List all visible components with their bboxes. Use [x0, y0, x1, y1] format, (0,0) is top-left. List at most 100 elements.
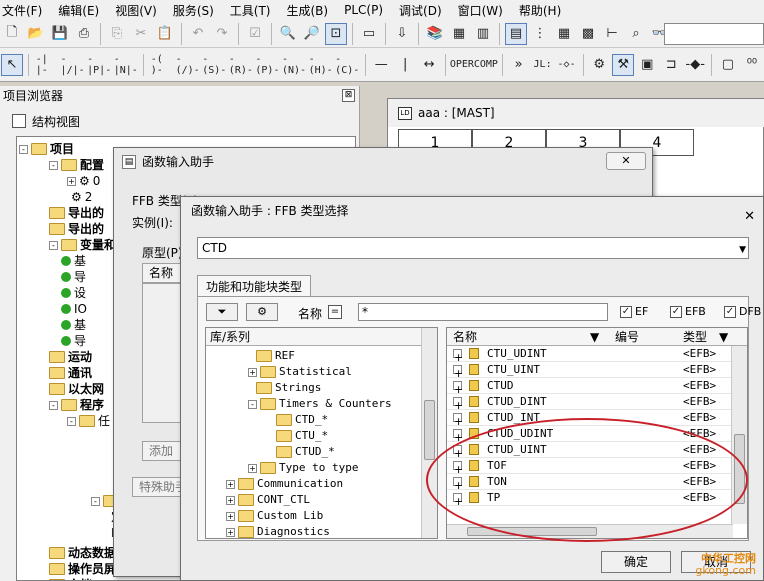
coil-n-icon[interactable]: -(N)-: [282, 54, 307, 76]
library-item[interactable]: + Statistical: [248, 364, 352, 380]
comment-icon[interactable]: ▢: [717, 54, 739, 76]
tree-item[interactable]: 文档: [49, 577, 92, 580]
vline-icon[interactable]: |: [394, 54, 416, 76]
filter-equals-toggle[interactable]: =: [328, 305, 342, 319]
checkbox-box[interactable]: ✓: [724, 305, 736, 318]
menu-item-5[interactable]: 生成(B): [279, 2, 337, 19]
connect-icon[interactable]: -◆-: [684, 54, 706, 76]
undo-icon[interactable]: ↶: [187, 23, 209, 45]
tree-item[interactable]: 导: [61, 333, 86, 349]
tree-item[interactable]: 通讯: [49, 365, 92, 381]
tree-item[interactable]: - 变量和: [49, 237, 116, 253]
contact-nc-icon[interactable]: -|/|-: [60, 54, 85, 76]
library-item[interactable]: CTUD_*: [276, 444, 335, 460]
menu-item-8[interactable]: 窗口(W): [450, 2, 511, 19]
rack-icon[interactable]: ▥: [472, 23, 494, 45]
find-icon[interactable]: ⌕: [625, 23, 647, 45]
filter-name-input[interactable]: *: [358, 303, 608, 321]
grid-icon[interactable]: ▩: [577, 23, 599, 45]
data-selection-icon[interactable]: ▣: [636, 54, 658, 76]
ffb-row[interactable]: + CTU_UDINT <EFB>: [447, 346, 732, 364]
col-number-header[interactable]: 编号: [615, 328, 639, 346]
browser-close-button[interactable]: ⊠: [342, 89, 355, 102]
build-icon[interactable]: ⇩: [391, 23, 413, 45]
expand-icon[interactable]: +: [453, 349, 463, 364]
ffb-row[interactable]: + CTUD_DINT <EFB>: [447, 394, 732, 412]
ffb-row[interactable]: + CTUD <EFB>: [447, 378, 732, 396]
tree-item[interactable]: 导出的: [49, 205, 104, 221]
menu-item-0[interactable]: 文件(F): [0, 2, 50, 19]
save-icon[interactable]: 💾: [49, 23, 71, 45]
paste-icon[interactable]: 📋: [154, 23, 176, 45]
expand-icon[interactable]: +: [67, 176, 76, 186]
expand-icon[interactable]: +: [226, 479, 235, 489]
link-icon[interactable]: ↔: [418, 54, 440, 76]
library-item[interactable]: + CONT_CTL: [226, 492, 310, 508]
menu-item-4[interactable]: 工具(T): [222, 2, 279, 19]
print-icon[interactable]: ⎙: [73, 23, 95, 45]
tab-function-types[interactable]: 功能和功能块类型: [197, 275, 312, 297]
tree-item[interactable]: - 配置: [49, 157, 104, 173]
expand-icon[interactable]: +: [453, 413, 463, 428]
collapse-icon[interactable]: -: [49, 160, 58, 170]
ffb-icon[interactable]: ⚙: [588, 54, 610, 76]
library-item[interactable]: CTU_*: [276, 428, 328, 444]
library-item[interactable]: CTD_*: [276, 412, 328, 428]
toolbar-search-input[interactable]: [664, 23, 764, 45]
ffb-row[interactable]: + CTU_UINT <EFB>: [447, 362, 732, 380]
coil-p-icon[interactable]: -(P)-: [255, 54, 280, 76]
expand-icon[interactable]: +: [453, 365, 463, 380]
library-item[interactable]: + Type to type: [248, 460, 358, 476]
expand-icon[interactable]: +: [248, 463, 257, 473]
expand-icon[interactable]: +: [226, 511, 235, 521]
tree-icon[interactable]: ⋮: [529, 23, 551, 45]
data-editor-icon[interactable]: ▤: [505, 22, 527, 45]
expand-icon[interactable]: +: [453, 397, 463, 412]
table-icon[interactable]: ▦: [553, 23, 575, 45]
menu-item-7[interactable]: 调试(D): [391, 2, 450, 19]
zoom-out-icon[interactable]: 🔎: [301, 23, 323, 45]
library-vscroll[interactable]: [421, 328, 437, 538]
redo-icon[interactable]: ↷: [211, 23, 233, 45]
collapse-icon[interactable]: -: [19, 144, 28, 154]
coil-reset-icon[interactable]: -(R)-: [229, 54, 254, 76]
validate-icon[interactable]: ☑: [244, 23, 266, 45]
open-folder-icon[interactable]: 📂: [25, 23, 47, 45]
tree-item[interactable]: 设: [61, 285, 86, 301]
cut-icon[interactable]: ✂: [130, 23, 152, 45]
io-icon[interactable]: ▦: [448, 23, 470, 45]
tree-item[interactable]: -任: [67, 413, 110, 429]
wire-icon[interactable]: ⊐: [660, 54, 682, 76]
library-item[interactable]: + Custom Lib: [226, 508, 323, 524]
zoom-in-icon[interactable]: 🔍: [277, 23, 299, 45]
comp-block-button[interactable]: COMP: [474, 54, 498, 76]
coil-h-icon[interactable]: -(H)-: [308, 54, 333, 76]
return-icon[interactable]: -◇-: [556, 54, 578, 76]
collapse-icon[interactable]: -: [49, 400, 58, 410]
ok-button[interactable]: 确定: [601, 551, 671, 573]
col-name-header[interactable]: 名称: [453, 328, 477, 346]
ffb-assistant-icon[interactable]: ⚒: [612, 53, 635, 76]
collapse-icon[interactable]: -: [49, 240, 58, 250]
tree-item[interactable]: ⚙ 2: [71, 189, 92, 205]
filter-icon[interactable]: ⏷: [206, 303, 238, 321]
library-item[interactable]: + Diagnostics: [226, 524, 330, 538]
jump-label-button[interactable]: JL:: [532, 54, 554, 76]
structure-view-header[interactable]: 结构视图: [12, 110, 80, 132]
filter-settings-icon[interactable]: ⚙: [246, 303, 278, 321]
library-icon[interactable]: 📚: [424, 23, 446, 45]
contact-n-icon[interactable]: -|N|-: [113, 54, 138, 76]
menu-item-2[interactable]: 视图(V): [107, 2, 165, 19]
tree-item[interactable]: 基: [61, 317, 86, 333]
zoom-fit-icon[interactable]: ⊡: [325, 22, 347, 45]
checkbox-box[interactable]: ✓: [670, 305, 682, 318]
new-file-icon[interactable]: 🗋: [1, 23, 23, 45]
library-item[interactable]: - Timers & Counters: [248, 396, 392, 412]
copy-icon[interactable]: ⎘: [106, 23, 128, 45]
tree-item[interactable]: 以太网: [49, 381, 104, 397]
hline-icon[interactable]: —: [370, 54, 392, 76]
coil-icon[interactable]: -( )-: [149, 54, 174, 76]
editor-tab[interactable]: LD aaa : [MAST]: [388, 99, 764, 127]
contact-p-icon[interactable]: -|P|-: [87, 54, 112, 76]
coil-c-icon[interactable]: -(C)-: [335, 54, 360, 76]
